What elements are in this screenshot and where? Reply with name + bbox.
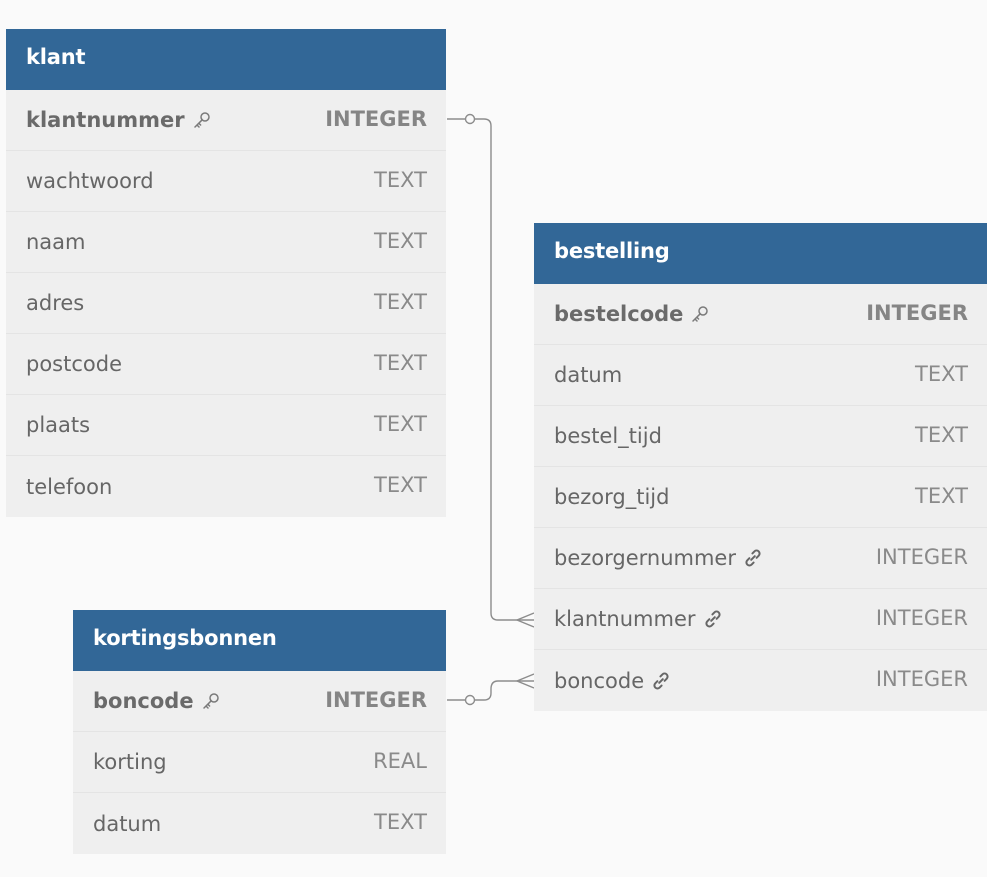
column-type: INTEGER — [875, 606, 968, 630]
column-row-bezorgernummer[interactable]: bezorgernummer INTEGER — [534, 528, 987, 589]
column-type: TEXT — [374, 473, 427, 497]
column-row-plaats[interactable]: plaats TEXT — [6, 395, 446, 456]
column-row-datum[interactable]: datum TEXT — [73, 793, 446, 854]
table-header: kortingsbonnen — [73, 610, 446, 671]
column-type: INTEGER — [325, 688, 427, 712]
column-name-text: datum — [554, 363, 623, 387]
column-row-adres[interactable]: adres TEXT — [6, 273, 446, 334]
connector-one-circle — [464, 113, 476, 125]
column-type: INTEGER — [875, 545, 968, 569]
link-icon — [651, 671, 671, 691]
column-name: klantnummer — [26, 90, 212, 150]
table-kortingsbonnen[interactable]: kortingsbonnen boncode INTEGER korting REAL… — [73, 610, 446, 854]
column-name-text: bestelcode — [554, 302, 684, 326]
table-bestelling[interactable]: bestelling bestelcode INTEGER datum TEXT bes… — [534, 223, 987, 711]
column-row-telefoon[interactable]: telefoon TEXT — [6, 456, 446, 517]
column-name: wachtwoord — [26, 151, 154, 211]
column-name-text: datum — [93, 811, 162, 836]
column-name: datum — [554, 345, 622, 405]
link-icon — [703, 609, 723, 629]
connector-kortingsbonnen-bestelling — [447, 680, 534, 701]
column-row-datum[interactable]: datum TEXT — [534, 345, 987, 406]
column-type: TEXT — [915, 423, 968, 447]
key-icon — [201, 691, 221, 711]
column-name: adres — [26, 273, 84, 333]
column-name-text: telefoon — [26, 474, 113, 499]
table-body: klantnummer INTEGER wachtwoord TEXT naam TEXT… — [6, 90, 446, 517]
column-name: boncode — [554, 650, 671, 711]
column-type: TEXT — [915, 484, 968, 508]
column-name-text: wachtwoord — [26, 169, 154, 193]
column-name-text: adres — [26, 291, 85, 315]
column-name: telefoon — [26, 456, 112, 517]
column-name-text: klantnummer — [554, 607, 696, 631]
connector-klant-bestelling — [447, 118, 534, 621]
key-icon — [690, 304, 710, 324]
column-row-naam[interactable]: naam TEXT — [6, 212, 446, 273]
column-row-postcode[interactable]: postcode TEXT — [6, 334, 446, 395]
key-icon — [192, 110, 212, 130]
column-name-text: plaats — [26, 413, 91, 437]
column-row-boncode[interactable]: boncode INTEGER — [534, 650, 987, 711]
connector-one-circle — [464, 694, 476, 706]
column-name: bezorgernummer — [554, 528, 763, 588]
table-body: bestelcode INTEGER datum TEXT bestel_tijd TEX… — [534, 284, 987, 711]
table-header: klant — [6, 29, 446, 90]
table-body: boncode INTEGER korting REAL datum TEXT — [73, 671, 446, 854]
column-name-text: bezorgernummer — [554, 546, 736, 570]
column-row-klantnummer[interactable]: klantnummer INTEGER — [6, 90, 446, 151]
column-type: REAL — [373, 749, 427, 773]
column-name-text: klantnummer — [26, 108, 185, 132]
column-type: TEXT — [374, 412, 427, 436]
column-row-bestelcode[interactable]: bestelcode INTEGER — [534, 284, 987, 345]
column-row-korting[interactable]: korting REAL — [73, 732, 446, 793]
column-type: INTEGER — [866, 301, 968, 325]
column-row-wachtwoord[interactable]: wachtwoord TEXT — [6, 151, 446, 212]
column-row-klantnummer[interactable]: klantnummer INTEGER — [534, 589, 987, 650]
column-name: bezorg_tijd — [554, 467, 669, 527]
column-name-text: korting — [93, 750, 167, 774]
column-type: INTEGER — [875, 667, 968, 691]
connector-many-crowfoot — [515, 612, 535, 628]
column-name: plaats — [26, 395, 90, 455]
column-name: datum — [93, 793, 161, 854]
column-row-bezorg-tijd[interactable]: bezorg_tijd TEXT — [534, 467, 987, 528]
column-name-text: boncode — [93, 689, 194, 713]
column-type: INTEGER — [325, 107, 427, 131]
connector-many-crowfoot — [515, 673, 535, 689]
column-row-boncode[interactable]: boncode INTEGER — [73, 671, 446, 732]
column-type: TEXT — [374, 810, 427, 834]
column-name: korting — [93, 732, 167, 792]
column-name-text: boncode — [554, 668, 645, 693]
column-name-text: bezorg_tijd — [554, 485, 670, 509]
column-name-text: postcode — [26, 352, 122, 376]
column-name: naam — [26, 212, 86, 272]
column-type: TEXT — [374, 229, 427, 253]
column-name: postcode — [26, 334, 122, 394]
column-type: TEXT — [374, 290, 427, 314]
column-name-text: naam — [26, 230, 86, 254]
column-name: bestel_tijd — [554, 406, 662, 466]
table-header: bestelling — [534, 223, 987, 284]
link-icon — [743, 548, 763, 568]
column-name: bestelcode — [554, 284, 710, 344]
column-name: klantnummer — [554, 589, 723, 649]
column-name: boncode — [93, 671, 221, 731]
column-type: TEXT — [374, 351, 427, 375]
column-type: TEXT — [374, 168, 427, 192]
column-type: TEXT — [915, 362, 968, 386]
column-name-text: bestel_tijd — [554, 424, 662, 448]
table-klant[interactable]: klant klantnummer INTEGER wachtwoord TEXT na… — [6, 29, 446, 517]
column-row-bestel-tijd[interactable]: bestel_tijd TEXT — [534, 406, 987, 467]
